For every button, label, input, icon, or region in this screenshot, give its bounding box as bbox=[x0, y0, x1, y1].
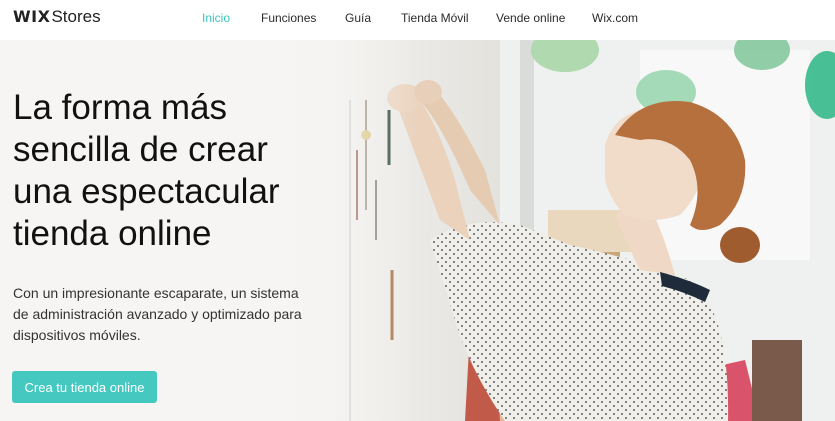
wix-stores-logo[interactable]: WIX Stores bbox=[13, 7, 101, 29]
hero-subtext: Con un impresionante escaparate, un sist… bbox=[13, 285, 302, 343]
logo-stores-text: Stores bbox=[51, 7, 101, 26]
nav-item-inicio[interactable]: Inicio bbox=[202, 11, 230, 25]
nav-item-wix-com[interactable]: Wix.com bbox=[592, 11, 638, 25]
top-navigation-bar: WIX Stores Inicio Funciones Guía Tienda … bbox=[0, 0, 835, 40]
nav-item-guia[interactable]: Guía bbox=[345, 11, 371, 25]
create-store-button[interactable]: Crea tu tienda online bbox=[12, 371, 157, 403]
nav-item-vende-online[interactable]: Vende online bbox=[496, 11, 565, 25]
logo-wix-text: WIX bbox=[13, 7, 51, 26]
nav-item-tienda-movil[interactable]: Tienda Móvil bbox=[401, 11, 469, 25]
nav-item-funciones[interactable]: Funciones bbox=[261, 11, 316, 25]
hero-banner: La forma más sencilla de crear una espec… bbox=[0, 40, 835, 421]
hero-headline: La forma más sencilla de crear una espec… bbox=[13, 88, 280, 253]
